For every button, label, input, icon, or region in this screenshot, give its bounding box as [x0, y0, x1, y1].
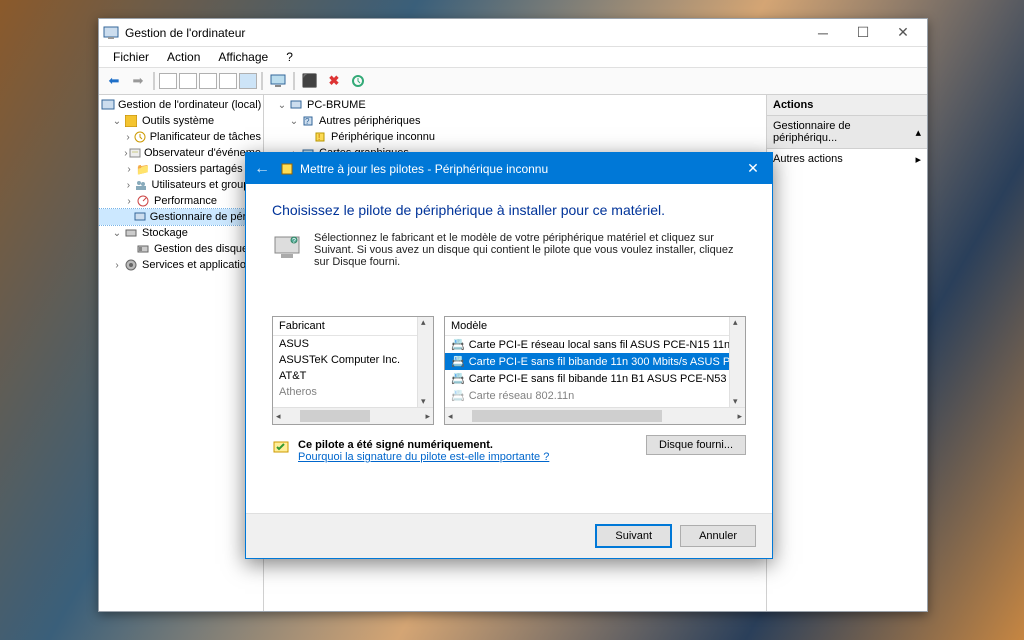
- device-icon: [280, 162, 294, 176]
- dialog-footer: Suivant Annuler: [246, 513, 772, 558]
- svg-text:?: ?: [305, 117, 310, 126]
- svg-text:?: ?: [292, 238, 296, 245]
- scrollbar-v[interactable]: [729, 317, 745, 407]
- dev-unknown[interactable]: !Périphérique inconnu: [264, 129, 766, 145]
- tree-diskmgr[interactable]: Gestion des disques: [99, 241, 263, 257]
- cert-icon: 📇: [451, 389, 465, 402]
- delete-icon[interactable]: ✖: [323, 70, 345, 92]
- list-item[interactable]: 📇Carte PCI-E sans fil bibande 11n B1 ASU…: [445, 370, 745, 387]
- signature-link[interactable]: Pourquoi la signature du pilote est-elle…: [298, 451, 549, 463]
- cert-icon: 📇: [451, 338, 465, 351]
- actions-pane: Actions Gestionnaire de périphériqu...▴ …: [767, 95, 927, 611]
- scrollbar-v[interactable]: [417, 317, 433, 407]
- dialog-titlebar: ← Mettre à jour les pilotes - Périphériq…: [246, 153, 772, 184]
- monitor-icon[interactable]: [267, 70, 289, 92]
- actions-head: Actions: [767, 95, 927, 116]
- minimize-button[interactable]: ─: [803, 22, 843, 44]
- dev-root[interactable]: ⌄PC-BRUME: [264, 97, 766, 113]
- list-item[interactable]: ASUS: [273, 336, 433, 352]
- back-arrow-icon[interactable]: ←: [254, 160, 270, 178]
- toolbar-sep: [261, 72, 263, 90]
- disk-button[interactable]: Disque fourni...: [646, 435, 746, 455]
- next-button[interactable]: Suivant: [595, 524, 672, 548]
- hardware-icon: ?: [272, 232, 302, 262]
- tree-services[interactable]: ›Services et applications: [99, 257, 263, 273]
- toolbar-sep: [293, 72, 295, 90]
- tree-root[interactable]: Gestion de l'ordinateur (local): [99, 97, 263, 113]
- toolbar: ⬅ ➡ ⬛ ✖: [99, 67, 927, 95]
- dialog-heading: Choisissez le pilote de périphérique à i…: [272, 202, 746, 218]
- list-item[interactable]: AT&T: [273, 368, 433, 384]
- cancel-button[interactable]: Annuler: [680, 525, 756, 547]
- view-icon-5[interactable]: [239, 73, 257, 89]
- dev-other[interactable]: ⌄?Autres périphériques: [264, 113, 766, 129]
- scrollbar-h[interactable]: ◂▸: [273, 407, 433, 424]
- manufacturer-list[interactable]: Fabricant ASUS ASUSTeK Computer Inc. AT&…: [272, 316, 434, 425]
- chevron-right-icon: ▸: [915, 153, 921, 166]
- list-item[interactable]: ASUSTeK Computer Inc.: [273, 352, 433, 368]
- menu-file[interactable]: Fichier: [105, 49, 157, 65]
- driver-dialog: ← Mettre à jour les pilotes - Périphériq…: [245, 152, 773, 559]
- menubar: Fichier Action Affichage ?: [99, 47, 927, 67]
- tree-shared[interactable]: ›📁Dossiers partagés: [99, 161, 263, 177]
- tree-scheduler[interactable]: ›Planificateur de tâches: [99, 129, 263, 145]
- menu-action[interactable]: Action: [159, 49, 208, 65]
- dialog-close-button[interactable]: ✕: [736, 155, 770, 181]
- manufacturer-head: Fabricant: [273, 317, 433, 336]
- list-item[interactable]: Atheros: [273, 384, 433, 400]
- signed-text: Ce pilote a été signé numériquement.: [298, 439, 549, 451]
- tree-storage[interactable]: ⌄Stockage: [99, 225, 263, 241]
- tree-tools[interactable]: ⌄Outils système: [99, 113, 263, 129]
- cert-icon: 📇: [451, 355, 465, 368]
- actions-selected[interactable]: Gestionnaire de périphériqu...▴: [767, 116, 927, 149]
- dialog-title: Mettre à jour les pilotes - Périphérique…: [300, 162, 548, 176]
- update-icon[interactable]: [347, 70, 369, 92]
- titlebar: Gestion de l'ordinateur ─ ☐ ✕: [99, 19, 927, 47]
- app-icon: [103, 25, 119, 41]
- signed-icon: [272, 439, 290, 457]
- svg-text:!: !: [318, 133, 320, 142]
- list-item[interactable]: 📇Carte réseau 802.11n: [445, 387, 745, 404]
- view-icon-2[interactable]: [179, 73, 197, 89]
- tree-perf[interactable]: ›Performance: [99, 193, 263, 209]
- menu-help[interactable]: ?: [278, 49, 301, 65]
- list-item[interactable]: 📇Carte PCI-E réseau local sans fil ASUS …: [445, 336, 745, 353]
- list-item[interactable]: 📇Carte PCI-E sans fil bibande 11n 300 Mb…: [445, 353, 745, 370]
- tree-devicemgr[interactable]: Gestionnaire de périph: [99, 209, 263, 225]
- maximize-button[interactable]: ☐: [843, 22, 883, 44]
- cert-icon: 📇: [451, 372, 465, 385]
- left-tree: Gestion de l'ordinateur (local) ⌄Outils …: [99, 95, 264, 611]
- tree-users[interactable]: ›Utilisateurs et groupes: [99, 177, 263, 193]
- view-icon-1[interactable]: [159, 73, 177, 89]
- window-title: Gestion de l'ordinateur: [125, 26, 803, 40]
- toolbar-sep: [153, 72, 155, 90]
- forward-icon[interactable]: ➡: [127, 70, 149, 92]
- back-icon[interactable]: ⬅: [103, 70, 125, 92]
- chevron-up-icon: ▴: [915, 126, 921, 139]
- view-icon-3[interactable]: [199, 73, 217, 89]
- close-button[interactable]: ✕: [883, 22, 923, 44]
- scan-icon[interactable]: ⬛: [299, 70, 321, 92]
- model-head: Modèle: [445, 317, 745, 336]
- tree-eventviewer[interactable]: ›Observateur d'événeme: [99, 145, 263, 161]
- scrollbar-h[interactable]: ◂▸: [445, 407, 745, 424]
- model-list[interactable]: Modèle 📇Carte PCI-E réseau local sans fi…: [444, 316, 746, 425]
- actions-more[interactable]: Autres actions▸: [767, 149, 927, 170]
- view-icon-4[interactable]: [219, 73, 237, 89]
- menu-view[interactable]: Affichage: [210, 49, 276, 65]
- dialog-description: Sélectionnez le fabricant et le modèle d…: [314, 232, 746, 268]
